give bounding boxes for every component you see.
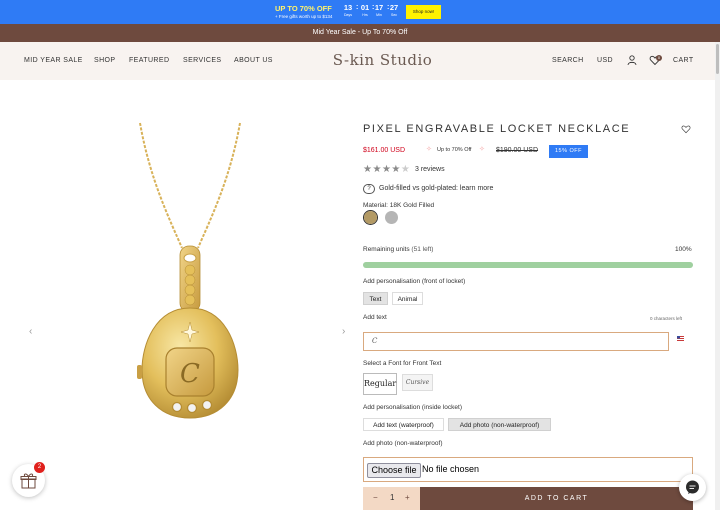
swatch-silver[interactable] [385,211,398,224]
star-icon: ★ [400,164,411,175]
option-add-photo[interactable]: Add photo (non-waterproof) [448,418,551,431]
nav-services[interactable]: SERVICES [183,57,221,64]
choose-file-button[interactable]: Choose file [367,463,421,478]
search-link[interactable]: SEARCH [552,57,584,64]
promo-text: UP TO 70% OFF + Free gifts worth up to $… [275,4,332,19]
flag-icon[interactable] [677,336,684,341]
product-image: C [137,122,241,419]
scrollbar-thumb[interactable] [716,44,719,74]
font-regular[interactable]: Regular [363,373,397,395]
stock-percent: 100% [675,246,692,253]
next-image-arrow[interactable]: › [342,326,345,337]
star-rating[interactable]: ★★★★★ [363,164,410,175]
wishlist-heart-icon[interactable] [681,124,691,134]
promo-tag: Up to 70% Off [437,147,472,153]
qty-minus-button[interactable]: − [373,493,378,502]
add-to-cart-button[interactable]: ADD TO CART [420,487,693,510]
font-cursive[interactable]: Cursive [402,374,433,391]
nav-shop[interactable]: SHOP [94,57,115,64]
cart-count-badge: 0 [656,55,662,61]
engraving-text-input[interactable]: C [363,332,669,351]
promo-subline: + Free gifts worth up to $134 [275,14,333,19]
star-icon: ★ [381,164,392,175]
chat-icon [686,480,699,494]
countdown-days: 13 Days [343,3,353,17]
gift-icon [20,473,37,489]
nav-mid-year-sale[interactable]: MID YEAR SALE [24,57,83,64]
star-icon: ★ [372,164,382,175]
add-text-label: Add text [363,314,387,321]
gift-count-badge: 2 [34,462,45,473]
swatch-gold[interactable] [364,211,377,224]
reviews-link[interactable]: 3 reviews [415,166,445,173]
announcement-bar[interactable]: Mid Year Sale - Up To 70% Off [0,24,720,42]
prev-image-arrow[interactable]: ‹ [29,326,32,337]
promo-headline: UP TO 70% OFF [275,4,332,13]
cart-link[interactable]: CART [673,57,694,64]
option-text[interactable]: Text [363,292,388,305]
stock-bar-fill [363,262,693,268]
option-animal[interactable]: Animal [392,292,423,305]
promo-bar: UP TO 70% OFF + Free gifts worth up to $… [0,0,720,24]
star-icon: ★ [391,164,401,175]
nav-about-us[interactable]: ABOUT US [234,57,273,64]
inside-personalisation-label: Add personalisation (inside locket) [363,404,462,411]
compare-price: $190.00 USD [496,147,539,154]
product-title: PIXEL ENGRAVABLE LOCKET NECKLACE [363,123,631,135]
countdown-minutes: 17 Min [374,3,384,17]
stock-bar [363,262,693,268]
quantity-stepper: − 1 + [363,487,420,510]
shop-now-button[interactable]: Shop now! [406,5,441,19]
discount-badge: 15% OFF [549,145,588,158]
engraved-letter: C [180,359,200,389]
sale-price: $161.00 USD [363,147,406,154]
stock-label: Remaining units (51 left) [363,246,434,253]
page-scrollbar[interactable] [715,42,720,510]
site-header: MID YEAR SALE SHOP FEATURED SERVICES ABO… [0,42,720,80]
file-status: No file chosen [422,464,480,474]
front-personalisation-label: Add personalisation (front of locket) [363,278,466,285]
qty-value[interactable]: 1 [390,493,394,502]
chat-widget[interactable] [679,474,706,501]
option-add-text-waterproof[interactable]: Add text (waterproof) [363,418,444,431]
add-photo-label: Add photo (non-waterproof) [363,440,443,447]
font-select-label: Select a Font for Front Text [363,360,442,367]
sparkle-icon: ✧ [479,146,485,153]
site-logo[interactable]: S-kin Studio [330,51,435,69]
sparkle-icon: ✧ [426,146,432,153]
photo-file-input[interactable]: Choose file No file chosen [363,457,693,482]
info-bubble-icon: ? [363,184,375,194]
material-label: Material: 18K Gold Filled [363,202,435,209]
char-counter: 0 characters left [650,316,683,321]
chain [139,122,241,249]
qty-plus-button[interactable]: + [405,493,410,502]
currency-selector[interactable]: USD [597,57,613,64]
account-icon[interactable] [626,54,638,66]
countdown-seconds: 27 Sec [389,3,399,17]
nav-featured[interactable]: FEATURED [129,57,169,64]
